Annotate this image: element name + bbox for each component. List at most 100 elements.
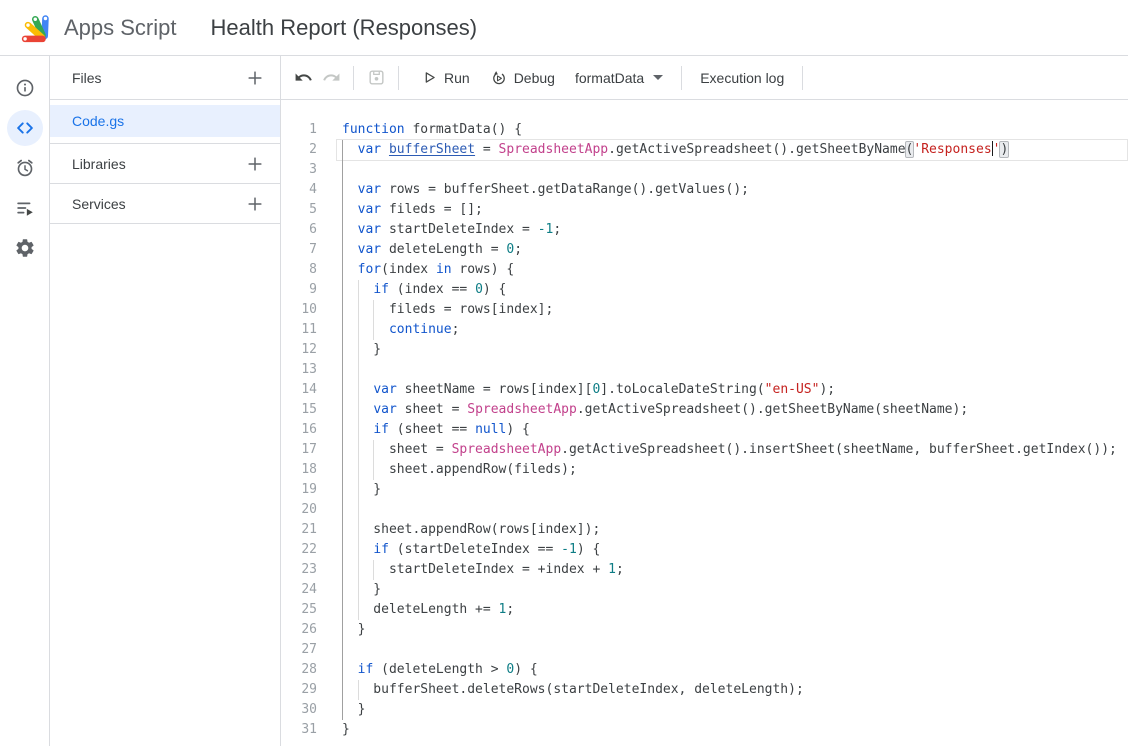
indent-guide	[342, 140, 343, 160]
code-line[interactable]	[317, 160, 1128, 180]
file-item-code-gs[interactable]: Code.gs	[50, 105, 280, 137]
code-line[interactable]: if (index == 0) {	[317, 280, 1128, 300]
line-number[interactable]: 5	[281, 200, 317, 220]
code-line[interactable]: var fileds = [];	[317, 200, 1128, 220]
line-number[interactable]: 15	[281, 400, 317, 420]
line-number[interactable]: 17	[281, 440, 317, 460]
code-token: rows) {	[452, 262, 515, 277]
add-service-button[interactable]	[242, 191, 268, 217]
code-line[interactable]: var deleteLength = 0;	[317, 240, 1128, 260]
code-line[interactable]: continue;	[317, 320, 1128, 340]
indent-guide	[358, 280, 359, 300]
line-number[interactable]: 28	[281, 660, 317, 680]
sidebar-item-editor[interactable]	[7, 110, 43, 146]
add-file-button[interactable]	[242, 65, 268, 91]
line-number[interactable]: 11	[281, 320, 317, 340]
code-token: }	[342, 342, 381, 357]
code-line[interactable]: }	[317, 620, 1128, 640]
line-number[interactable]: 7	[281, 240, 317, 260]
indent-guide	[342, 480, 343, 500]
code-token: }	[342, 482, 381, 497]
line-number[interactable]: 21	[281, 520, 317, 540]
code-line[interactable]	[317, 640, 1128, 660]
line-number[interactable]: 4	[281, 180, 317, 200]
indent-guide	[342, 280, 343, 300]
code-line[interactable]: }	[317, 700, 1128, 720]
line-number[interactable]: 30	[281, 700, 317, 720]
run-button[interactable]: Run	[411, 64, 480, 91]
line-number[interactable]: 13	[281, 360, 317, 380]
code-line[interactable]: }	[317, 340, 1128, 360]
sidebar-item-triggers[interactable]	[7, 150, 43, 186]
sidebar-item-settings[interactable]	[7, 230, 43, 266]
code-line[interactable]: startDeleteIndex = +index + 1;	[317, 560, 1128, 580]
line-number[interactable]: 10	[281, 300, 317, 320]
code-line[interactable]	[317, 360, 1128, 380]
function-selector-dropdown[interactable]: formatData	[565, 64, 673, 92]
sidebar-item-overview[interactable]	[7, 70, 43, 106]
line-number[interactable]: 29	[281, 680, 317, 700]
code-token: if	[373, 422, 389, 437]
code-line[interactable]: if (deleteLength > 0) {	[317, 660, 1128, 680]
indent-guide	[358, 560, 359, 580]
line-number[interactable]: 1	[281, 120, 317, 140]
code-line[interactable]: var startDeleteIndex = -1;	[317, 220, 1128, 240]
code-line[interactable]: fileds = rows[index];	[317, 300, 1128, 320]
line-number[interactable]: 12	[281, 340, 317, 360]
code-line[interactable]: bufferSheet.deleteRows(startDeleteIndex,…	[317, 680, 1128, 700]
line-number[interactable]: 14	[281, 380, 317, 400]
line-number[interactable]: 9	[281, 280, 317, 300]
code-line[interactable]: }	[317, 480, 1128, 500]
line-number[interactable]: 26	[281, 620, 317, 640]
code-line[interactable]: function formatData() {	[317, 120, 1128, 140]
save-button[interactable]	[362, 64, 390, 92]
sidebar-item-executions[interactable]	[7, 190, 43, 226]
indent-guide	[358, 580, 359, 600]
code-line[interactable]: sheet.appendRow(rows[index]);	[317, 520, 1128, 540]
code-line[interactable]: var sheet = SpreadsheetApp.getActiveSpre…	[317, 400, 1128, 420]
code-line[interactable]: sheet = SpreadsheetApp.getActiveSpreadsh…	[317, 440, 1128, 460]
redo-button[interactable]	[317, 64, 345, 92]
code-line[interactable]: deleteLength += 1;	[317, 600, 1128, 620]
code-editor[interactable]: 1234567891011121314151617181920212223242…	[281, 100, 1128, 746]
apps-script-logo-icon[interactable]	[18, 12, 54, 44]
code-content: function formatData() { var bufferSheet …	[317, 120, 1128, 746]
line-number[interactable]: 3	[281, 160, 317, 180]
indent-guide	[342, 300, 343, 320]
indent-guide	[358, 320, 359, 340]
code-token: ;	[514, 242, 522, 257]
code-line[interactable]: var sheetName = rows[index][0].toLocaleD…	[317, 380, 1128, 400]
undo-button[interactable]	[289, 64, 317, 92]
debug-button[interactable]: Debug	[480, 64, 565, 92]
add-library-button[interactable]	[242, 151, 268, 177]
line-number[interactable]: 25	[281, 600, 317, 620]
code-line[interactable]: if (startDeleteIndex == -1) {	[317, 540, 1128, 560]
line-number[interactable]: 31	[281, 720, 317, 740]
line-number[interactable]: 6	[281, 220, 317, 240]
code-token	[342, 202, 358, 217]
line-number[interactable]: 22	[281, 540, 317, 560]
code-line[interactable]: }	[317, 580, 1128, 600]
line-number[interactable]: 27	[281, 640, 317, 660]
code-token: 0	[475, 282, 483, 297]
code-token: ;	[452, 322, 460, 337]
code-line[interactable]: }	[317, 720, 1128, 740]
line-number[interactable]: 2	[281, 140, 317, 160]
app-name[interactable]: Apps Script	[64, 15, 177, 41]
code-line[interactable]: for(index in rows) {	[317, 260, 1128, 280]
code-line[interactable]: sheet.appendRow(fileds);	[317, 460, 1128, 480]
line-number[interactable]: 20	[281, 500, 317, 520]
code-line[interactable]: if (sheet == null) {	[317, 420, 1128, 440]
line-number[interactable]: 18	[281, 460, 317, 480]
line-number[interactable]: 19	[281, 480, 317, 500]
libraries-label: Libraries	[72, 156, 126, 172]
line-number[interactable]: 24	[281, 580, 317, 600]
code-line[interactable]: var rows = bufferSheet.getDataRange().ge…	[317, 180, 1128, 200]
code-line[interactable]: var bufferSheet = SpreadsheetApp.getActi…	[317, 140, 1128, 160]
project-title[interactable]: Health Report (Responses)	[211, 15, 478, 41]
execution-log-button[interactable]: Execution log	[690, 64, 794, 92]
line-number[interactable]: 23	[281, 560, 317, 580]
line-number[interactable]: 16	[281, 420, 317, 440]
line-number[interactable]: 8	[281, 260, 317, 280]
code-line[interactable]	[317, 500, 1128, 520]
